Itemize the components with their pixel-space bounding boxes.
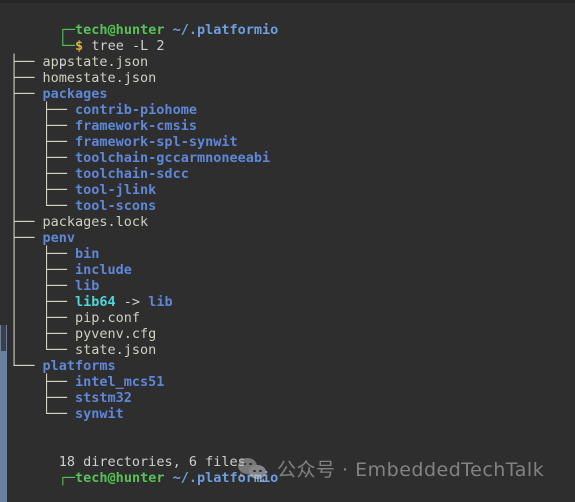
tree-entry: ├── packages.lock [10, 214, 575, 230]
symlink-target: lib [148, 294, 173, 310]
prompt-line-top: ┌─tech@hunter ~/.platformio [10, 6, 575, 38]
tree-entry: │ ├── toolchain-sdcc [10, 166, 575, 182]
tree-entry: └── synwit [10, 406, 575, 422]
tree-branch: │ └── [10, 342, 76, 358]
tree-entry: ├── penv [10, 230, 575, 246]
tree-entry: │ ├── framework-spl-synwit [10, 134, 575, 150]
tree-entry: ├── appstate.json [10, 54, 575, 70]
tree-branch: │ ├── [10, 310, 76, 326]
tree-entry-name: tool-scons [75, 198, 157, 214]
tree-entry: │ ├── pip.conf [10, 310, 575, 326]
tree-entry: │ ├── contrib-piohome [10, 102, 575, 118]
tree-entry: │ ├── bin [10, 246, 575, 262]
tree-entry-name: toolchain-gccarmnoneeabi [75, 150, 271, 166]
prompt-cwd-top: ~/.platformio [172, 22, 279, 38]
tree-branch: │ ├── [10, 278, 76, 294]
tree-entry: ├── packages [10, 86, 575, 102]
scrollbar-thumb[interactable] [1, 325, 6, 351]
tree-entry: │ ├── lib [10, 278, 575, 294]
tree-branch: ├── [10, 374, 76, 390]
terminal-screen[interactable]: ┌─tech@hunter ~/.platformio └─$ tree -L … [0, 0, 575, 502]
tree-entry-name: intel_mcs51 [75, 374, 165, 390]
tree-entry-name: homestate.json [42, 70, 157, 86]
tree-entry-name: appstate.json [42, 54, 149, 70]
tree-entry: │ ├── framework-cmsis [10, 118, 575, 134]
tree-entry-name: tool-jlink [75, 182, 157, 198]
tree-entry: │ ├── lib64 -> lib [10, 294, 575, 310]
tree-branch: ├── [10, 390, 76, 406]
tree-entry-name: ststm32 [75, 390, 132, 406]
tree-branch: │ ├── [10, 102, 76, 118]
tree-entry: │ └── tool-scons [10, 198, 575, 214]
tree-branch: ├── [10, 54, 43, 70]
tree-branch: │ ├── [10, 294, 76, 310]
tree-entry-name: toolchain-sdcc [75, 166, 189, 182]
tree-entry: ├── intel_mcs51 [10, 374, 575, 390]
prompt-user-host-bottom: tech@hunter [75, 470, 165, 486]
tree-entry-name: packages [42, 86, 108, 102]
prompt-cwd-bottom: ~/.platformio [172, 470, 279, 486]
tree-entry: ├── homestate.json [10, 70, 575, 86]
tree-entry: │ ├── pyvenv.cfg [10, 326, 575, 342]
prompt-user-host-top: tech@hunter [75, 22, 165, 38]
tree-branch: │ └── [10, 198, 76, 214]
scrollbar-track[interactable] [0, 325, 7, 502]
tree-entry: │ └── state.json [10, 342, 575, 358]
tree-branch: ├── [10, 230, 43, 246]
tree-entry-name: framework-spl-synwit [75, 134, 238, 150]
tree-branch: └── [10, 406, 76, 422]
tree-entry: ├── ststm32 [10, 390, 575, 406]
tree-branch: │ ├── [10, 166, 76, 182]
tree-branch: └── [10, 358, 43, 374]
tree-entry-name: packages.lock [42, 214, 149, 230]
tree-branch: │ ├── [10, 118, 76, 134]
tree-branch: │ ├── [10, 182, 76, 198]
prompt-dollar-sigil: $ [75, 38, 84, 54]
tree-branch: │ ├── [10, 150, 76, 166]
prompt-rule-bottom-2: ┌─ [58, 470, 76, 486]
tree-branch: ├── [10, 70, 43, 86]
tree-entry: │ ├── toolchain-gccarmnoneeabi [10, 150, 575, 166]
tree-entry-name: framework-cmsis [75, 118, 197, 134]
tree-entry: └── platforms [10, 358, 575, 374]
tree-entry-name: pyvenv.cfg [75, 326, 157, 342]
tree-branch: │ ├── [10, 134, 76, 150]
terminal-window: ┌─tech@hunter ~/.platformio └─$ tree -L … [0, 0, 575, 502]
tree-branch: │ ├── [10, 326, 76, 342]
tree-summary-text: 18 directories, 6 files [58, 454, 246, 470]
tree-entry-name: pip.conf [75, 310, 141, 326]
prompt-rule-bottom: └─ [58, 38, 76, 54]
prompt-space-bottom [164, 470, 172, 486]
tree-entry-name: include [75, 262, 132, 278]
tree-branch: ├── [10, 214, 43, 230]
tree-summary: 18 directories, 6 files [10, 438, 575, 470]
tree-entry-name: lib64 [75, 294, 116, 310]
tree-entry-name: lib [75, 278, 100, 294]
command-text: tree -L 2 [83, 38, 165, 54]
prompt-space-top [164, 22, 172, 38]
tree-entry: │ ├── include [10, 262, 575, 278]
prompt-rule-top: ┌─ [58, 22, 76, 38]
tree-entry-name: platforms [42, 358, 116, 374]
symlink-arrow: -> [115, 294, 149, 310]
tree-entry: │ ├── tool-jlink [10, 182, 575, 198]
tree-branch: │ ├── [10, 246, 76, 262]
tree-entry-name: state.json [75, 342, 157, 358]
tree-listing: ├── appstate.json ├── homestate.json ├── p… [10, 54, 575, 422]
tree-entry-name: bin [75, 246, 100, 262]
tree-entry-name: contrib-piohome [75, 102, 197, 118]
tree-branch: ├── [10, 86, 43, 102]
tree-entry-name: penv [42, 230, 76, 246]
tree-branch: │ ├── [10, 262, 76, 278]
tree-entry-name: synwit [75, 406, 124, 422]
